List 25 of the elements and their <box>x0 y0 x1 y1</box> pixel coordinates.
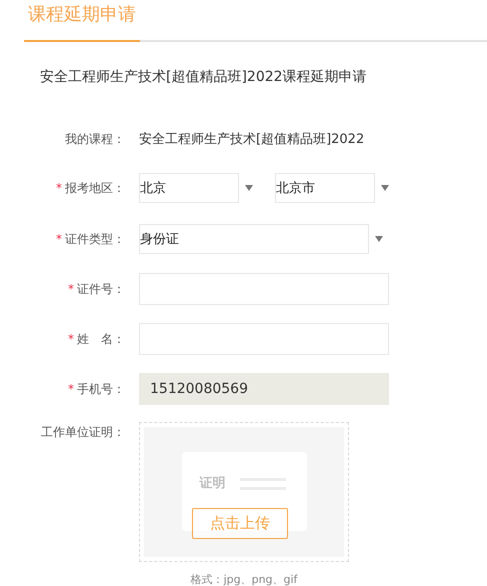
dropdown-arrow-icon <box>381 185 389 191</box>
phone-field[interactable]: 15120080569 <box>139 373 389 405</box>
field-label: 姓 名： <box>77 332 125 346</box>
input-field[interactable] <box>139 323 389 355</box>
field-label: 我的课程： <box>65 132 125 146</box>
format-hint: 格式：jpg、png、gif <box>190 572 298 586</box>
input-field[interactable] <box>139 273 389 305</box>
course-name: 安全工程师生产技术[超值精品班]2022 <box>139 131 364 148</box>
id-type-select[interactable]: 身份证 <box>139 224 369 254</box>
sample-text: 证明 <box>200 475 226 492</box>
field-label: 报考地区： <box>65 180 125 194</box>
region-select[interactable]: 北京市 <box>275 173 375 203</box>
field-label: 证件号： <box>77 282 125 296</box>
field-label: 工作单位证明： <box>41 425 125 439</box>
field-label: 手机号： <box>77 382 125 396</box>
required-mark: * <box>68 332 74 346</box>
dropdown-arrow-icon <box>375 236 383 242</box>
required-mark: * <box>56 180 62 194</box>
required-mark: * <box>68 282 74 296</box>
field-label: 证件类型： <box>65 232 125 246</box>
dropdown-arrow-icon <box>245 185 253 191</box>
region-select[interactable]: 北京 <box>139 173 239 203</box>
form-title: 安全工程师生产技术[超值精品班]2022课程延期申请 <box>40 69 367 85</box>
required-mark: * <box>68 382 74 396</box>
required-mark: * <box>56 232 62 246</box>
